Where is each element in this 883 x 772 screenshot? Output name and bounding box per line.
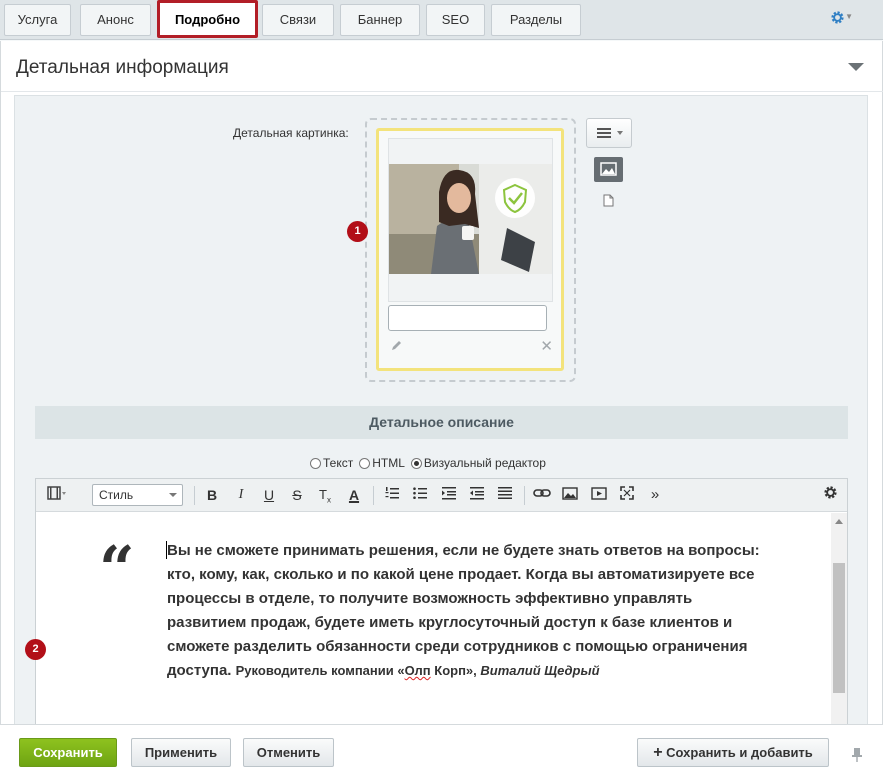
outdent-icon[interactable] bbox=[469, 485, 485, 505]
close-icon[interactable]: ✕ bbox=[540, 339, 553, 354]
italic-icon[interactable]: I bbox=[233, 485, 249, 505]
plus-icon: + bbox=[653, 744, 663, 761]
apply-button[interactable]: Применить bbox=[131, 738, 231, 767]
save-and-add-button[interactable]: + Сохранить и добавить bbox=[637, 738, 829, 767]
caption-mid: Корп», bbox=[430, 663, 481, 678]
divider bbox=[524, 486, 525, 505]
detail-image-label: Детальная картинка: bbox=[233, 126, 349, 140]
justify-icon[interactable] bbox=[497, 485, 513, 505]
link-icon[interactable] bbox=[533, 485, 551, 505]
step-badge-1: 1 bbox=[347, 221, 368, 242]
pencil-icon[interactable] bbox=[390, 339, 403, 357]
chevron-down-icon[interactable]: ▼ bbox=[845, 12, 853, 21]
caption-prefix: Руководитель компании « bbox=[235, 663, 405, 678]
section-body: Детальная картинка: ✕ 1 Детальное описан… bbox=[14, 95, 868, 748]
image-description-input[interactable] bbox=[388, 305, 547, 331]
detail-description-header: Детальное описание bbox=[35, 406, 848, 439]
file-icon[interactable] bbox=[603, 194, 614, 212]
radio-checked-icon bbox=[410, 457, 422, 469]
visual-editor: Стиль B I U S Tx A » “ Вы не сможете при… bbox=[35, 478, 848, 748]
cancel-button[interactable]: Отменить bbox=[243, 738, 334, 767]
tab-seo[interactable]: SEO bbox=[426, 4, 485, 36]
tab-announce[interactable]: Анонс bbox=[80, 4, 151, 36]
divider bbox=[194, 486, 195, 505]
quote-text: Вы не сможете принимать решения, если не… bbox=[167, 539, 767, 683]
editor-scrollbar[interactable] bbox=[831, 513, 847, 747]
gear-icon bbox=[830, 10, 844, 24]
bullet-list-icon[interactable] bbox=[412, 485, 428, 505]
quote-caption: Руководитель компании «Олп Корп», Витали… bbox=[236, 663, 600, 678]
remove-format-icon[interactable]: Tx bbox=[317, 485, 333, 505]
fullscreen-icon[interactable] bbox=[619, 485, 635, 505]
step-badge-2: 2 bbox=[25, 639, 46, 660]
save-and-add-label: Сохранить и добавить bbox=[666, 745, 813, 760]
caption-author: Виталий Щедрый bbox=[480, 663, 600, 678]
tab-service[interactable]: Услуга bbox=[4, 4, 71, 36]
insert-image-icon[interactable] bbox=[562, 485, 578, 505]
editor-mode-group: Текст HTML Визуальный редактор bbox=[310, 456, 552, 470]
style-select[interactable]: Стиль bbox=[92, 484, 183, 506]
save-button[interactable]: Сохранить bbox=[19, 738, 117, 767]
mode-visual-radio[interactable]: Визуальный редактор bbox=[410, 456, 546, 470]
more-icon[interactable]: » bbox=[647, 485, 663, 505]
quote-mark: “ bbox=[99, 532, 135, 605]
editor-toolbar: Стиль B I U S Tx A » bbox=[36, 479, 847, 512]
divider bbox=[1, 91, 883, 92]
tab-banner[interactable]: Баннер bbox=[340, 4, 420, 36]
text-color-icon[interactable]: A bbox=[346, 485, 362, 505]
templates-icon[interactable] bbox=[46, 485, 68, 505]
section-title: Детальная информация bbox=[16, 57, 229, 78]
editor-content[interactable]: “ Вы не сможете принимать решения, если … bbox=[36, 513, 831, 747]
menu-icon bbox=[597, 128, 623, 138]
image-preview[interactable] bbox=[388, 138, 553, 302]
radio-icon bbox=[359, 457, 371, 469]
insert-video-icon[interactable] bbox=[591, 485, 607, 505]
radio-icon bbox=[310, 457, 321, 469]
underline-icon[interactable]: U bbox=[261, 485, 277, 505]
bold-icon[interactable]: B bbox=[204, 485, 220, 505]
tab-sections[interactable]: Разделы bbox=[491, 4, 581, 36]
scroll-up-icon[interactable] bbox=[835, 519, 843, 524]
scroll-thumb[interactable] bbox=[833, 563, 845, 693]
ordered-list-icon[interactable] bbox=[384, 485, 400, 505]
quote-body: Вы не сможете принимать решения, если не… bbox=[167, 542, 760, 679]
tab-details[interactable]: Подробно bbox=[157, 0, 258, 38]
divider bbox=[373, 486, 374, 505]
strikethrough-icon[interactable]: S bbox=[289, 485, 305, 505]
collapse-arrow-icon[interactable] bbox=[848, 63, 864, 71]
image-card: ✕ bbox=[376, 128, 564, 371]
mode-visual-label: Визуальный редактор bbox=[423, 456, 546, 470]
indent-icon[interactable] bbox=[441, 485, 457, 505]
image-icon bbox=[600, 162, 617, 176]
tab-bar: Услуга Анонс Подробно Связи Баннер SEO Р… bbox=[0, 0, 883, 40]
mode-html-label: HTML bbox=[372, 456, 405, 470]
tab-links[interactable]: Связи bbox=[262, 4, 334, 36]
image-view-toggle[interactable] bbox=[594, 157, 623, 182]
detail-photo bbox=[389, 164, 552, 274]
editor-settings-gear-icon[interactable] bbox=[822, 485, 838, 505]
mode-html-radio[interactable]: HTML bbox=[359, 456, 405, 470]
image-menu-button[interactable] bbox=[586, 118, 632, 148]
form-footer: Сохранить Применить Отменить + Сохранить… bbox=[0, 724, 883, 772]
pin-icon[interactable] bbox=[851, 747, 863, 768]
caption-company: Олп bbox=[404, 663, 431, 678]
mode-text-radio[interactable]: Текст bbox=[310, 456, 353, 470]
details-panel: Детальная информация Детальная картинка: bbox=[0, 41, 883, 748]
mode-text-label: Текст bbox=[323, 456, 354, 470]
